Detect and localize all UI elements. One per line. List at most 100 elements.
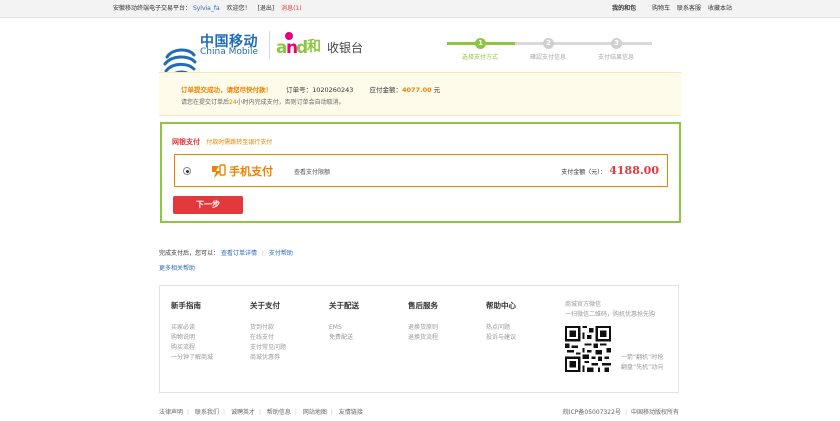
welcome-text: 欢迎您！ xyxy=(226,5,251,12)
order-notice-line: 订单提交成功，请您尽快付款！ 订单号：1020260243 应付金额：4077.… xyxy=(181,84,440,94)
footer-link[interactable]: 退换货流程 xyxy=(408,333,438,343)
footer-column-help: 帮助中心 热点问题 投诉与建议 xyxy=(486,300,516,343)
order-no-label: 订单号： xyxy=(286,86,313,94)
sitemap-link[interactable]: 网站地图 xyxy=(303,409,327,416)
payable-amount: 4077.00 xyxy=(402,86,432,94)
top-bar-right: 我的和包 购物车 联系客服 收藏本站 xyxy=(612,0,732,18)
step-2-label: 確認支付信息 xyxy=(529,54,567,61)
footer-link[interactable]: 货到付款 xyxy=(250,323,286,333)
order-success-msg: 订单提交成功，请您尽快付款！ xyxy=(181,86,272,94)
view-order-link[interactable]: 查看订单详情 xyxy=(221,250,257,257)
footer-link[interactable]: 投诉与建议 xyxy=(486,333,516,343)
qr-side-line: 翻盘“先机”动向 xyxy=(621,364,664,371)
after-payment-sep: | xyxy=(261,250,264,257)
step-1-label: 选择支付方式 xyxy=(461,54,499,61)
footer-column-title: 售后服务 xyxy=(408,301,438,310)
reminder-post: 小时内完成支付，否则订单会自动取消。 xyxy=(236,99,345,106)
step-2-dot: 2 xyxy=(543,38,554,49)
careers-link[interactable]: 诚聘英才 xyxy=(231,409,255,416)
footer-link[interactable]: 热点问题 xyxy=(486,323,516,333)
payment-method-row[interactable]: 手机支付 查看支付限额 支付金额（元）： 4188.00 xyxy=(174,154,668,187)
pay-amount-value: 4188.00 xyxy=(609,164,659,177)
online-banking-title: 网银支付 xyxy=(172,137,200,146)
payment-section-title: 网银支付 付款时需跳转至银行支付 xyxy=(172,137,272,147)
top-bar-left: 安徽移动终端电子交易平台： Sylvia_fa 欢迎您！ [退出] 消息(1) xyxy=(113,0,302,18)
footer-link[interactable]: EMS xyxy=(329,323,359,333)
username-link[interactable]: Sylvia_fa xyxy=(193,5,220,12)
footer-column-guide: 新手指南 买家必读 购物说明 购买流程 一分钟了解商城 xyxy=(171,300,213,363)
mobile-pay-icon xyxy=(212,164,226,178)
footer-help-box: 新手指南 买家必读 购物说明 购买流程 一分钟了解商城 关于支付 货到付款 在线… xyxy=(159,285,679,393)
next-step-button[interactable]: 下一步 xyxy=(173,196,243,214)
footer-column-aftersales: 售后服务 退换货原则 退换货流程 xyxy=(408,300,438,343)
cashier-title: 收银台 xyxy=(327,41,364,55)
qr-side-text: 一箭“翻机”时抢 翻盘“先机”动向 xyxy=(621,353,663,373)
cart-link[interactable]: 购物车 xyxy=(652,5,670,12)
and-he-char: 和 xyxy=(307,39,321,55)
footer-column-title: 帮助中心 xyxy=(486,301,516,310)
icp-number: 皖ICP备05007322号 xyxy=(562,409,621,416)
qr-title: 商城官方微信 xyxy=(565,301,602,308)
copyright-text: 中国移动版权所有 xyxy=(630,409,679,416)
footer-column-payment: 关于支付 货到付款 在线支付 支付常见问题 商城优惠券 xyxy=(250,300,286,363)
payment-method-radio[interactable] xyxy=(183,167,191,175)
pay-amount-label: 支付金额（元）： xyxy=(561,169,607,176)
footer-column-title: 关于支付 xyxy=(250,301,280,310)
footer-link[interactable]: 免费配送 xyxy=(329,333,359,343)
payable-unit: 元 xyxy=(433,86,441,94)
friend-links-link[interactable]: 友情链接 xyxy=(339,409,363,416)
mobile-pay-name: 手机支付 xyxy=(229,165,273,178)
and-he-logo: a n d 和 xyxy=(276,31,326,63)
welcome-prefix: 安徽移动终端电子交易平台： xyxy=(113,5,192,12)
pay-help-link[interactable]: 支付帮助 xyxy=(269,250,293,257)
contact-us-link[interactable]: 联系我们 xyxy=(195,409,219,416)
footer-link[interactable]: 一分钟了解商城 xyxy=(171,353,213,363)
footer-column-title: 关于配送 xyxy=(329,301,359,310)
logo-english-name: China Mobile xyxy=(200,47,259,57)
messages-link[interactable]: 消息(1) xyxy=(281,5,302,12)
order-notice: 订单提交成功，请您尽快付款！ 订单号：1020260243 应付金额：4077.… xyxy=(159,72,681,116)
footer-link[interactable]: 买家必读 xyxy=(171,323,213,333)
my-hebao-link[interactable]: 我的和包 xyxy=(612,5,636,12)
favorites-link[interactable]: 收藏本站 xyxy=(708,5,732,12)
more-help-link[interactable]: 更多相关帮助 xyxy=(159,263,195,272)
bottom-links-bar: 法律声明 | 联系我们 | 诚聘英才 | 帮助信息 | 网站地图 | 友情链接 皖ICP备… xyxy=(159,409,679,416)
footer-link[interactable]: 退换货原则 xyxy=(408,323,438,333)
step-3-dot: 3 xyxy=(611,38,622,49)
wechat-qr-text: 商城官方微信 一扫微信二维码，购机优惠抢先购 xyxy=(565,300,655,320)
logout-link[interactable]: [退出] xyxy=(258,5,275,12)
order-no: 1020260243 xyxy=(312,86,354,94)
footer-column-delivery: 关于配送 EMS 免费配送 xyxy=(329,300,359,343)
logo-divider xyxy=(269,31,270,59)
reminder-pre: 请您在提交订单后 xyxy=(181,99,230,106)
pay-amount: 支付金额（元）： 4188.00 xyxy=(561,164,659,177)
footer-link[interactable]: 在线支付 xyxy=(250,333,286,343)
contact-service-link[interactable]: 联系客服 xyxy=(677,5,701,12)
copyright-block: 皖ICP备05007322号 | 中国移动版权所有 xyxy=(562,409,679,416)
progress-steps: 1 2 3 选择支付方式 確認支付信息 支付结果信息 xyxy=(447,37,652,61)
step-1-dot: 1 xyxy=(475,38,486,49)
mobile-pay-logo: 手机支付 xyxy=(210,163,273,179)
after-payment-links: 完成支付后，您可以： 查看订单详情 | 支付帮助 xyxy=(159,248,293,257)
qr-subtitle: 一扫微信二维码，购机优惠抢先购 xyxy=(565,311,656,318)
pay-limit-link[interactable]: 查看支付限额 xyxy=(294,167,330,176)
help-info-link[interactable]: 帮助信息 xyxy=(267,409,291,416)
footer-link[interactable]: 商城优惠券 xyxy=(250,353,286,363)
top-bar: 安徽移动终端电子交易平台： Sylvia_fa 欢迎您！ [退出] 消息(1) … xyxy=(0,0,840,18)
after-payment-label: 完成支付后，您可以： xyxy=(159,250,220,257)
footer-link[interactable]: 购买流程 xyxy=(171,343,213,353)
footer-link[interactable]: 购物说明 xyxy=(171,333,213,343)
step-3-label: 支付结果信息 xyxy=(597,54,635,61)
payable-label: 应付金额： xyxy=(369,86,403,94)
step-line-pending xyxy=(515,42,652,45)
qr-side-line: 一箭“翻机”时抢 xyxy=(621,354,664,361)
wechat-qr-code-icon xyxy=(565,326,611,372)
header xyxy=(0,18,840,78)
footer-column-title: 新手指南 xyxy=(171,301,201,310)
footer-link[interactable]: 支付常见问题 xyxy=(250,343,286,353)
payment-section-hint: 付款时需跳转至银行支付 xyxy=(206,139,273,146)
legal-link[interactable]: 法律声明 xyxy=(159,409,183,416)
reminder-hours: 24 xyxy=(229,99,237,106)
order-reminder: 请您在提交订单后24小时内完成支付，否则订单会自动取消。 xyxy=(181,97,345,106)
payment-box: 网银支付 付款时需跳转至银行支付 手机支付 查看支付限额 支付金额（元）： 418… xyxy=(160,122,681,223)
